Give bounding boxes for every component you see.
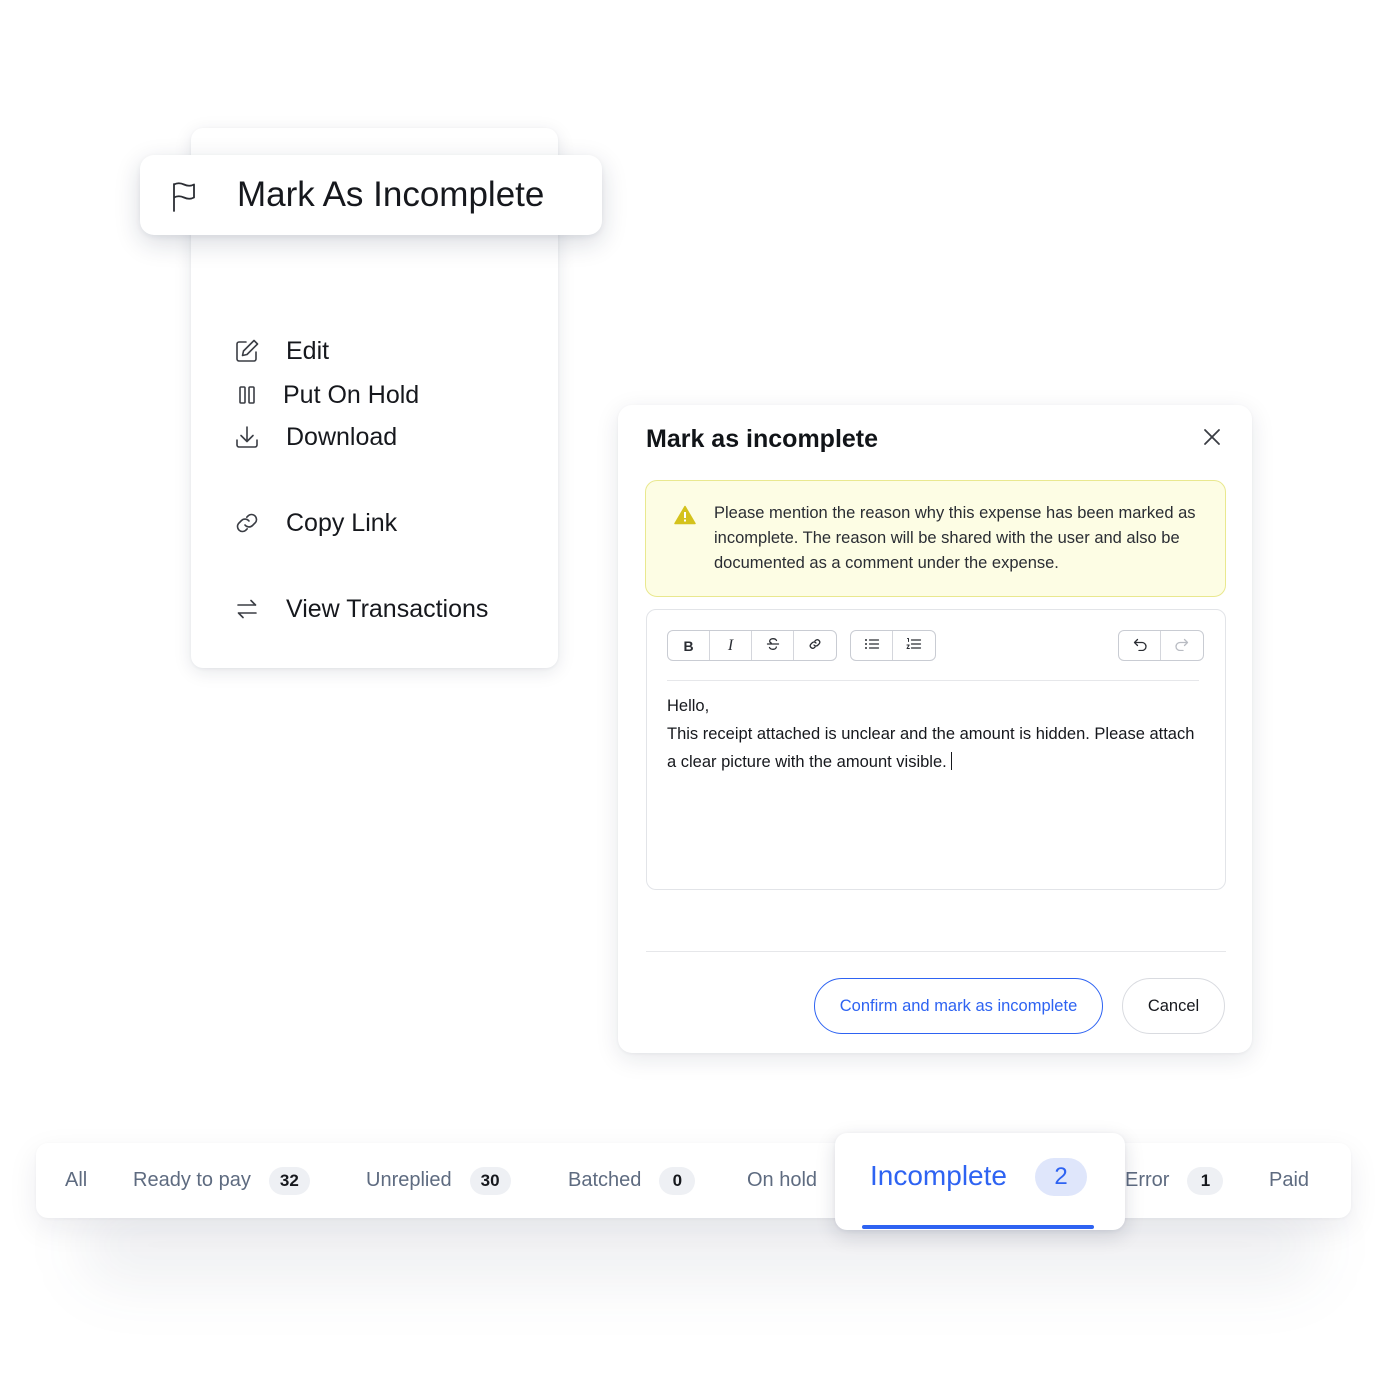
- menu-item-edit[interactable]: Edit: [191, 321, 558, 381]
- menu-item-label: Download: [286, 422, 398, 451]
- footer-divider: [646, 951, 1226, 952]
- format-toolbar-group: B I: [667, 630, 837, 661]
- numbered-list-button[interactable]: [893, 631, 935, 660]
- bullet-list-button[interactable]: [851, 631, 893, 660]
- menu-item-mark-as-incomplete[interactable]: Mark As Incomplete: [140, 155, 602, 235]
- tab-error[interactable]: Error 1: [1125, 1143, 1224, 1218]
- numbered-list-icon: [906, 637, 922, 654]
- list-toolbar-group: [850, 630, 936, 661]
- alert-text: Please mention the reason why this expen…: [714, 504, 1196, 572]
- history-toolbar-group: [1118, 630, 1204, 661]
- count-badge: 1: [1187, 1166, 1224, 1195]
- warning-alert: Please mention the reason why this expen…: [645, 480, 1226, 597]
- cancel-button[interactable]: Cancel: [1122, 978, 1225, 1034]
- warning-icon: [674, 505, 696, 525]
- menu-item-view-transactions[interactable]: View Transactions: [191, 579, 558, 639]
- mark-incomplete-dialog: Mark as incomplete Please mention the re…: [618, 405, 1252, 1053]
- tab-label: Batched: [568, 1169, 642, 1191]
- menu-item-label: Mark As Incomplete: [237, 175, 545, 214]
- active-tab-indicator: [862, 1225, 1094, 1229]
- tab-label: Unreplied: [366, 1169, 452, 1191]
- tab-all[interactable]: All: [65, 1143, 87, 1218]
- tab-unreplied[interactable]: Unreplied 30: [366, 1143, 511, 1218]
- tab-batched[interactable]: Batched 0: [568, 1143, 696, 1218]
- menu-item-label: Put On Hold: [283, 380, 420, 409]
- tab-incomplete[interactable]: Incomplete 2: [835, 1133, 1125, 1230]
- menu-item-label: View Transactions: [286, 594, 489, 623]
- undo-button[interactable]: [1119, 631, 1161, 660]
- close-button[interactable]: [1198, 425, 1226, 453]
- italic-button[interactable]: I: [710, 631, 752, 660]
- bold-button[interactable]: B: [668, 631, 710, 660]
- editor-line: Hello,: [667, 697, 710, 715]
- comment-editor[interactable]: B I Hello, This receipt attached is uncl…: [646, 609, 1226, 890]
- count-badge: 0: [659, 1166, 696, 1195]
- pause-icon: [233, 381, 261, 409]
- transfer-icon: [233, 595, 261, 623]
- menu-item-label: Edit: [286, 336, 330, 365]
- bullet-list-icon: [864, 637, 880, 654]
- close-icon: [1203, 428, 1221, 451]
- edit-icon: [233, 337, 261, 365]
- tab-label: Paid: [1269, 1169, 1310, 1191]
- menu-item-label: Copy Link: [286, 508, 398, 537]
- link-icon: [808, 637, 822, 654]
- tab-ready-to-pay[interactable]: Ready to pay 32: [133, 1143, 310, 1218]
- count-badge: 32: [268, 1166, 310, 1195]
- tab-label: Error: [1125, 1169, 1170, 1191]
- flag-icon: [170, 181, 202, 213]
- editor-line: This receipt attached is unclear and the…: [667, 725, 1195, 771]
- count-badge: 30: [469, 1166, 511, 1195]
- link-button[interactable]: [794, 631, 836, 660]
- editor-content[interactable]: Hello, This receipt attached is unclear …: [667, 692, 1207, 776]
- text-caret: [950, 752, 953, 770]
- dialog-title: Mark as incomplete: [646, 425, 879, 453]
- redo-button[interactable]: [1161, 631, 1203, 660]
- menu-item-download[interactable]: Download: [191, 407, 558, 467]
- tab-label: All: [65, 1169, 88, 1191]
- strikethrough-icon: [766, 637, 780, 654]
- strikethrough-button[interactable]: [752, 631, 794, 660]
- link-icon: [233, 509, 261, 537]
- undo-icon: [1132, 637, 1148, 654]
- tab-label: Incomplete: [870, 1160, 1007, 1191]
- tab-label: On hold: [747, 1169, 818, 1191]
- download-icon: [233, 423, 261, 451]
- status-tabbar: All Ready to pay 32 Unreplied 30 Batched…: [36, 1143, 1351, 1218]
- tab-label: Ready to pay: [133, 1169, 251, 1191]
- redo-icon: [1174, 637, 1190, 654]
- menu-item-copy-link[interactable]: Copy Link: [191, 493, 558, 553]
- count-badge: 2: [1035, 1158, 1087, 1196]
- tab-paid[interactable]: Paid: [1269, 1143, 1309, 1218]
- confirm-button[interactable]: Confirm and mark as incomplete: [814, 978, 1103, 1034]
- toolbar-divider: [667, 680, 1199, 681]
- tab-on-hold[interactable]: On hold: [747, 1143, 817, 1218]
